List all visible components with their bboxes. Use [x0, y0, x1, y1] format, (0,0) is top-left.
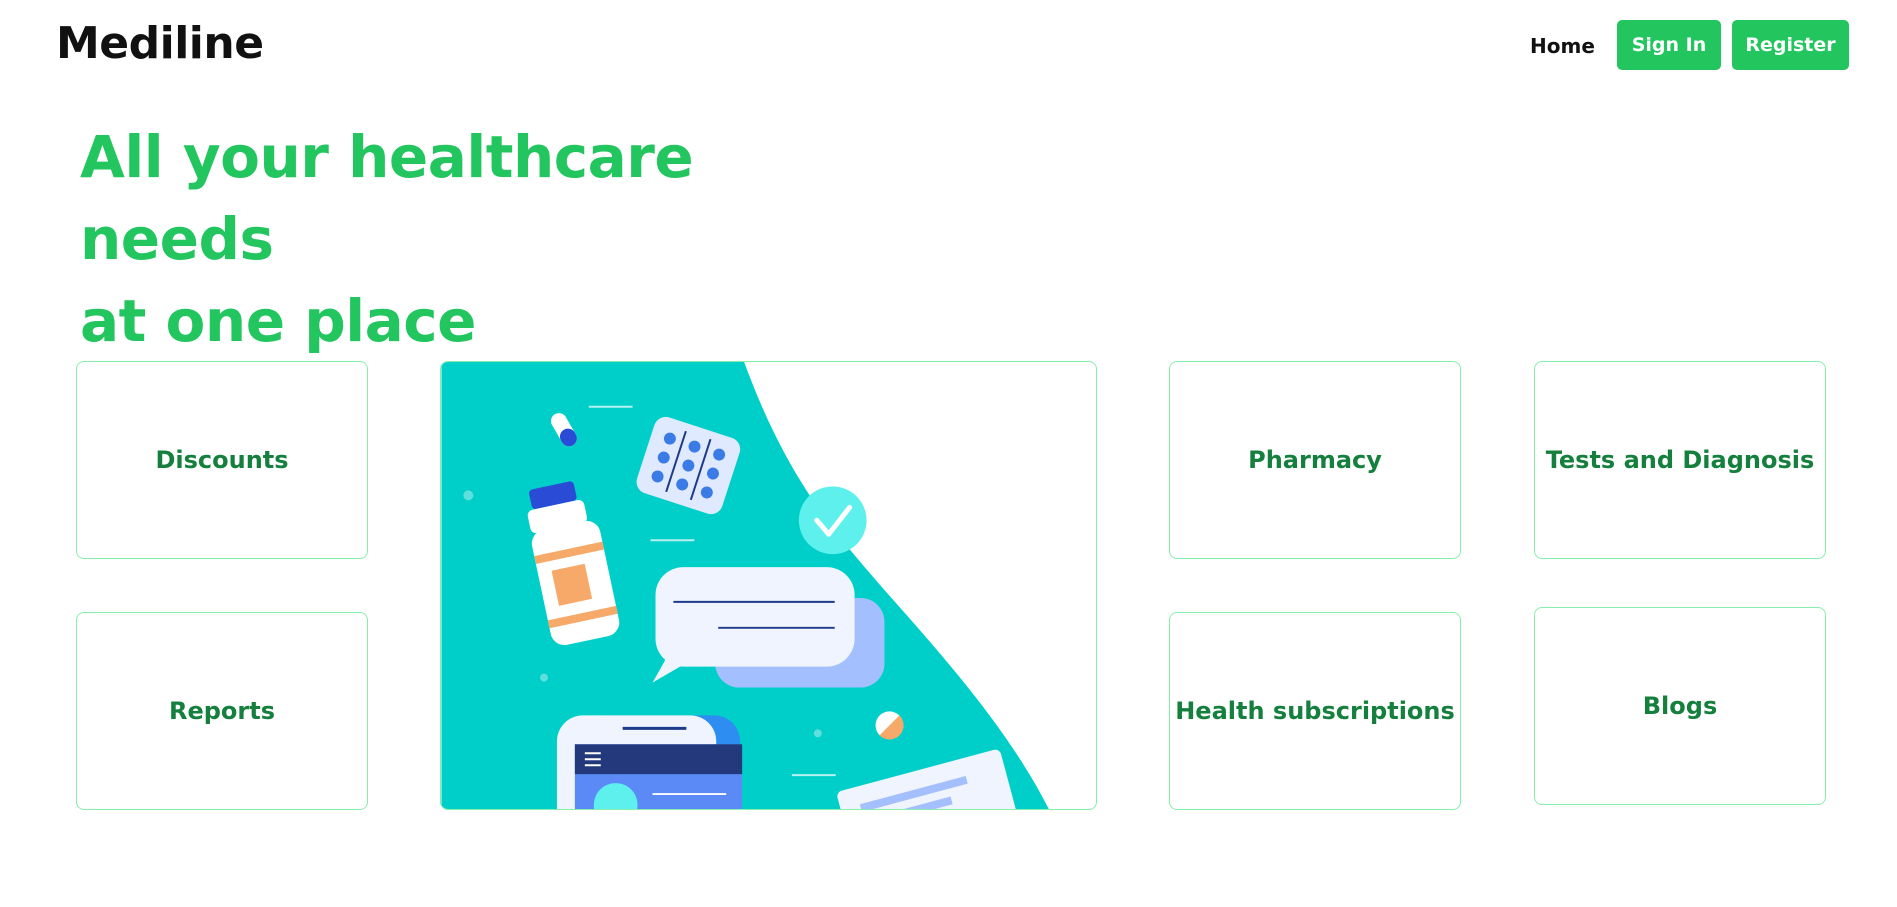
card-blogs-label: Blogs: [1642, 692, 1718, 720]
card-discounts[interactable]: Discounts: [76, 361, 368, 559]
sign-in-button[interactable]: Sign In: [1617, 20, 1721, 70]
register-button[interactable]: Register: [1732, 20, 1849, 70]
card-blogs[interactable]: Blogs: [1534, 607, 1826, 805]
hero-title-line-2: at one place: [80, 287, 476, 355]
brand-logo[interactable]: Mediline: [56, 18, 264, 69]
card-discounts-label: Discounts: [155, 446, 289, 474]
card-health-subscriptions-label: Health subscriptions: [1175, 697, 1455, 725]
hero-title-line-1: All your healthcare needs: [80, 123, 694, 273]
medical-illustration: [441, 362, 1096, 809]
card-pharmacy-label: Pharmacy: [1248, 446, 1382, 474]
card-tests-label: Tests and Diagnosis: [1545, 446, 1815, 474]
hero-title: All your healthcare needs at one place: [80, 116, 880, 362]
top-navbar: Mediline Home Sign In Register: [0, 0, 1897, 96]
card-pharmacy[interactable]: Pharmacy: [1169, 361, 1461, 559]
card-reports-label: Reports: [168, 697, 276, 725]
card-tests-and-diagnosis[interactable]: Tests and Diagnosis: [1534, 361, 1826, 559]
card-reports[interactable]: Reports: [76, 612, 368, 810]
card-health-subscriptions[interactable]: Health subscriptions: [1169, 612, 1461, 810]
nav-home-link[interactable]: Home: [1530, 34, 1595, 58]
hero-illustration: [440, 361, 1097, 810]
